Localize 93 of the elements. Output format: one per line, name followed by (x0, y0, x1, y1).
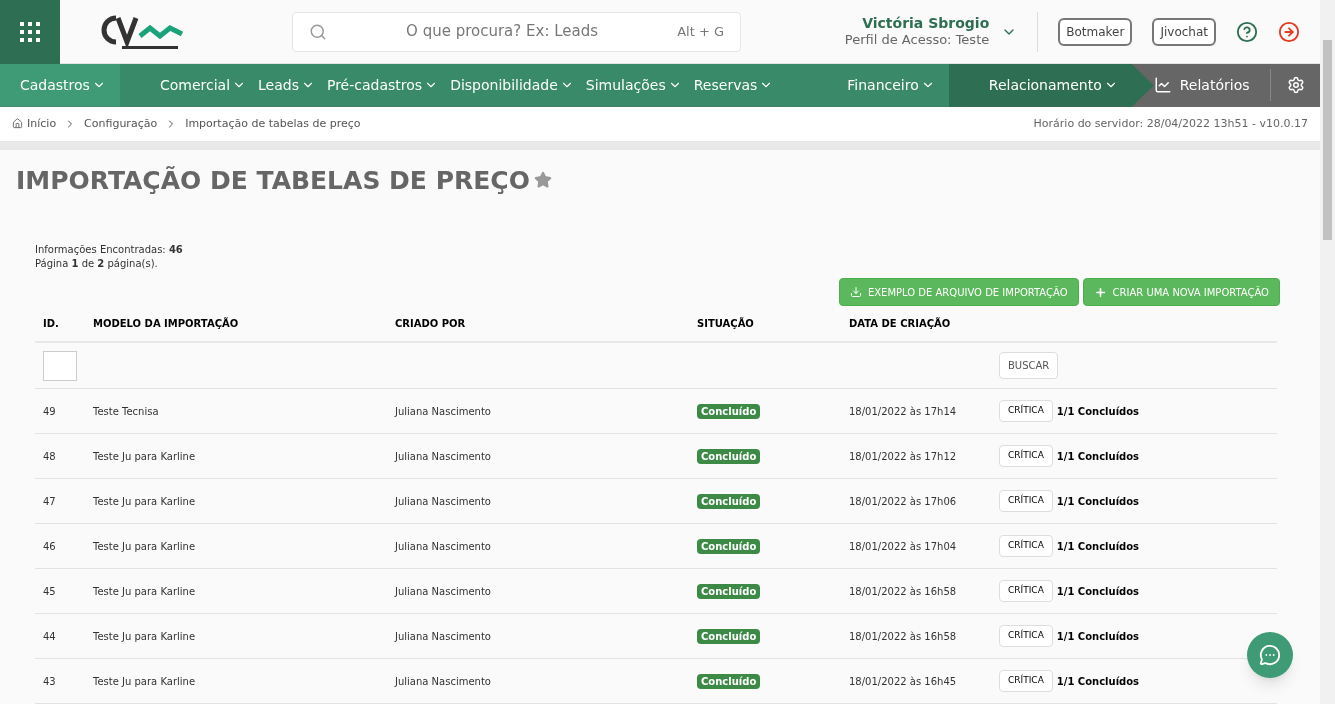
nav-menu-item[interactable]: Relacionamento (988, 74, 1118, 96)
user-profile: Perfil de Acesso: Teste (844, 32, 990, 49)
apps-menu-button[interactable] (0, 0, 60, 64)
star-icon[interactable] (533, 171, 552, 190)
status-badge: Concluído (697, 628, 761, 644)
critica-button[interactable]: CRÍTICA (999, 490, 1053, 512)
column-header: ID. (43, 317, 60, 331)
search-icon (309, 22, 327, 41)
table-cell-text: Juliana Nascimento (395, 539, 492, 554)
column-header: MODELO DA IMPORTAÇÃO (93, 316, 240, 331)
table-cell-text: Juliana Nascimento (395, 404, 492, 419)
progress-text: 1/1 Concluídos (1056, 584, 1140, 599)
critica-button[interactable]: CRÍTICA (999, 400, 1053, 422)
status-badge: Concluído (697, 493, 761, 509)
search-field[interactable]: O que procura? Ex: Leads Alt + G (292, 11, 741, 52)
search-placeholder: O que procura? Ex: Leads (405, 21, 600, 43)
line-chart-icon (1153, 76, 1172, 95)
chat-bubble-icon (1259, 644, 1281, 666)
nav-menu-item[interactable]: Cadastros (20, 74, 106, 96)
help-icon[interactable] (1236, 20, 1258, 43)
grid-icon (18, 19, 42, 44)
status-badge: Concluído (697, 673, 761, 689)
settings-icon[interactable] (1286, 76, 1305, 95)
logout-icon[interactable] (1278, 20, 1300, 43)
breadcrumb-link[interactable]: Início (27, 115, 57, 133)
column-header: SITUAÇÃO (697, 316, 755, 331)
table-cell-text: 44 (43, 629, 57, 644)
critica-button[interactable]: CRÍTICA (999, 670, 1053, 692)
shortcut-hint: Alt + G (677, 22, 724, 41)
table-cell-text: Teste Tecnisa (93, 404, 160, 419)
results-info: Página 1 de 2 página(s). (35, 257, 159, 271)
user-name: Victória Sbrogio (862, 14, 990, 33)
table-cell-text: Juliana Nascimento (395, 629, 492, 644)
critica-button[interactable]: CRÍTICA (999, 535, 1053, 557)
download-icon (849, 286, 862, 298)
table-cell-text: 18/01/2022 às 16h45 (849, 674, 958, 689)
table-cell-text: 18/01/2022 às 16h58 (849, 629, 958, 644)
id-filter-field[interactable] (43, 350, 77, 381)
status-badge: Concluído (697, 583, 761, 599)
table-cell-text: Teste Ju para Karline (93, 449, 197, 464)
search-button[interactable]: BUSCAR (999, 352, 1059, 379)
critica-button[interactable]: CRÍTICA (999, 625, 1053, 647)
table-cell-text: 18/01/2022 às 17h06 (849, 494, 958, 509)
table-cell-text: Teste Ju para Karline (93, 539, 197, 554)
nav-menu-item[interactable]: Financeiro (847, 74, 935, 96)
table-cell-text: Teste Ju para Karline (93, 494, 197, 509)
table-cell-text: Juliana Nascimento (395, 449, 492, 464)
table-cell-text: Juliana Nascimento (395, 674, 492, 689)
page-title: IMPORTAÇÃO DE TABELAS DE PREÇO (16, 164, 530, 197)
table-cell-text: Juliana Nascimento (395, 494, 492, 509)
column-header: CRIADO POR (395, 317, 467, 331)
critica-button[interactable]: CRÍTICA (999, 580, 1053, 602)
table-cell-text: 18/01/2022 às 16h58 (849, 584, 958, 599)
table-cell-text: 46 (43, 539, 57, 554)
scrollbar[interactable] (1320, 0, 1335, 704)
home-icon (12, 118, 23, 130)
column-header: DATA DE CRIAÇÃO (849, 316, 952, 331)
progress-text: 1/1 Concluídos (1056, 449, 1140, 464)
table-cell-text: 48 (43, 449, 57, 464)
progress-text: 1/1 Concluídos (1056, 539, 1140, 554)
progress-text: 1/1 Concluídos (1056, 629, 1140, 644)
plus-icon (1093, 285, 1107, 299)
table-cell-text: 18/01/2022 às 17h12 (849, 449, 958, 464)
table-cell-text: 18/01/2022 às 17h14 (849, 404, 958, 419)
table-cell-text: Teste Ju para Karline (93, 629, 197, 644)
nav-menu-item[interactable]: Leads (258, 74, 315, 96)
nav-menu-item[interactable]: Reservas (693, 74, 774, 96)
table-cell-text: 45 (43, 584, 57, 599)
breadcrumb-link[interactable]: Configuração (84, 115, 158, 133)
status-badge: Concluído (697, 538, 761, 554)
header-button[interactable]: Jivochat (1152, 17, 1216, 46)
table-cell-text: 47 (43, 494, 57, 509)
table-cell-text: 43 (43, 674, 57, 689)
status-badge: Concluído (697, 448, 761, 464)
nav-menu-item[interactable]: Disponibilidade (450, 74, 574, 96)
nav-menu-item[interactable]: Simulações (585, 74, 682, 96)
server-time: Horário do servidor: 28/04/2022 13h51 - v10.0.17 (1033, 115, 1308, 132)
critica-button[interactable]: CRÍTICA (999, 445, 1053, 467)
nav-menu-item[interactable]: Pré-cadastros (326, 74, 439, 96)
progress-text: 1/1 Concluídos (1056, 674, 1140, 689)
header-button[interactable]: Botmaker (1058, 17, 1133, 46)
status-badge: Concluído (697, 403, 761, 419)
table-cell-text: 49 (43, 404, 57, 419)
chat-button[interactable] (1247, 632, 1293, 678)
progress-text: 1/1 Concluídos (1056, 494, 1140, 509)
progress-text: 1/1 Concluídos (1056, 404, 1140, 419)
results-info: Informações Encontradas: 46 (35, 243, 184, 257)
table-cell-text: Juliana Nascimento (395, 584, 492, 599)
reports-link[interactable]: Relatórios (1153, 74, 1270, 96)
nav-menu-item[interactable]: Comercial (159, 74, 247, 96)
table-cell-text: 18/01/2022 às 17h04 (849, 539, 958, 554)
table-cell-text: Teste Ju para Karline (93, 584, 197, 599)
table-cell-text: Teste Ju para Karline (93, 674, 197, 689)
